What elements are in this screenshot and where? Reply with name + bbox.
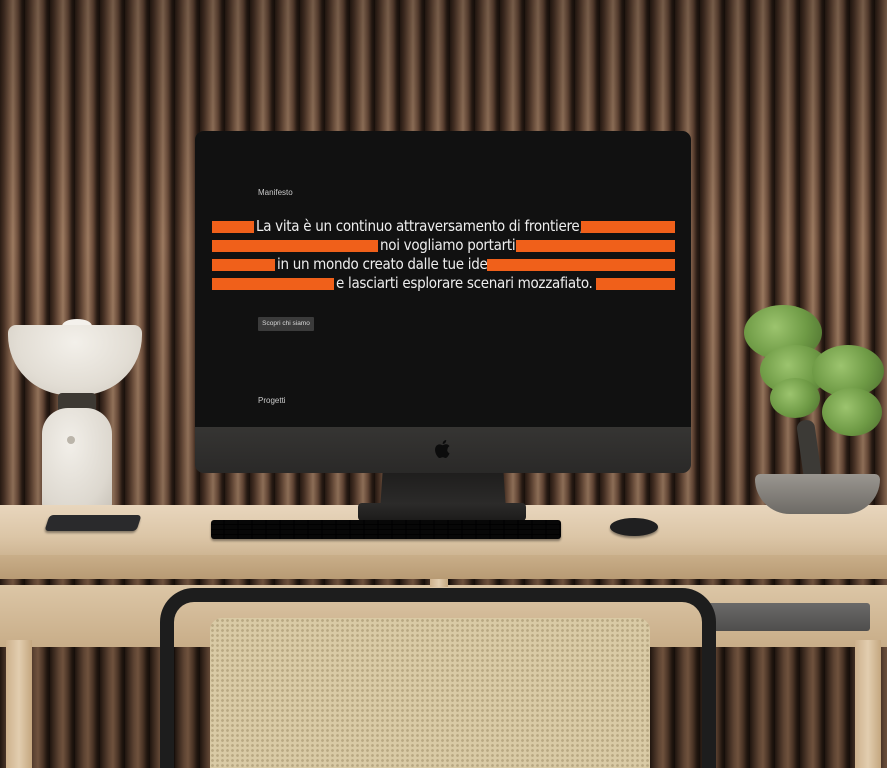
nav-projects-link[interactable]: Progetti <box>258 396 286 405</box>
desk-leg <box>6 640 32 768</box>
monitor-stand-base <box>358 503 526 521</box>
accent-bar <box>581 221 675 233</box>
desk-lamp-base <box>42 408 112 510</box>
accent-bar <box>212 240 378 252</box>
manifesto-line-2: noi vogliamo portarti <box>380 236 516 254</box>
bonsai-pot <box>755 474 880 514</box>
manifesto-line-3: in un mondo creato dalle tue idee <box>277 255 496 273</box>
discover-about-us-button[interactable]: Scopri chi siamo <box>258 317 314 331</box>
keyboard <box>211 520 561 539</box>
imac-monitor: Manifesto La vita è un continuo attraver… <box>195 131 691 473</box>
accent-bar <box>516 240 675 252</box>
smartphone <box>44 515 142 531</box>
accent-bar <box>212 221 254 233</box>
desk-leg <box>855 640 881 768</box>
nav-manifesto-link[interactable]: Manifesto <box>258 188 293 197</box>
accent-bar <box>212 259 275 271</box>
manifesto-line-1: La vita è un continuo attraversamento di… <box>256 217 584 235</box>
manifesto-line-4: e lasciarti esplorare scenari mozzafiato… <box>336 274 593 292</box>
website-screen: Manifesto La vita è un continuo attraver… <box>195 131 691 427</box>
accent-bar <box>596 278 675 290</box>
chair-frame <box>160 588 716 768</box>
tablet <box>708 603 870 631</box>
apple-logo-icon <box>435 440 450 458</box>
lamp-knob <box>67 436 75 444</box>
accent-bar <box>487 259 675 271</box>
accent-bar <box>212 278 334 290</box>
mouse <box>610 518 658 536</box>
